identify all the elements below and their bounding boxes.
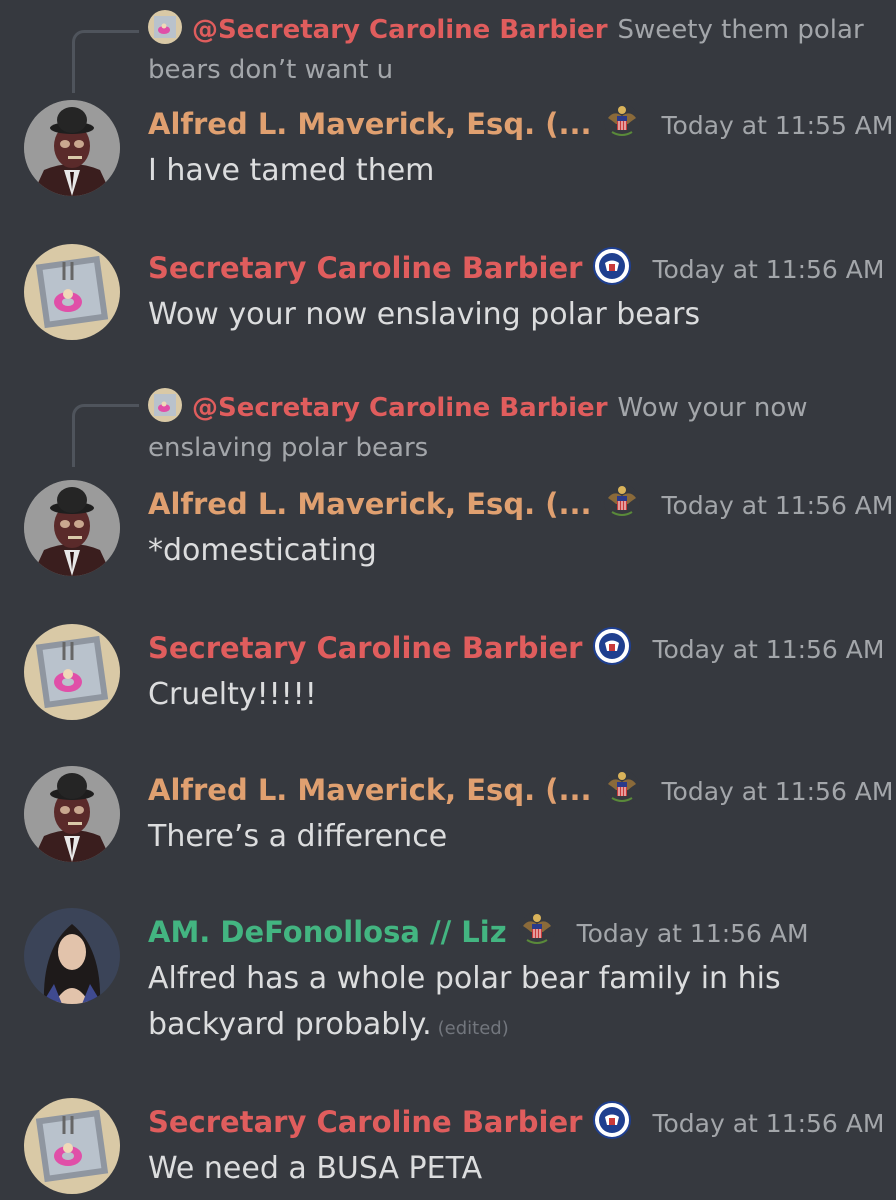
author-name[interactable]: Secretary Caroline Barbier [148, 251, 582, 285]
message-header: Secretary Caroline Barbier Today at 11:56… [148, 626, 884, 670]
message-header: Secretary Caroline Barbier Today at 11:56… [148, 246, 884, 290]
avatar[interactable] [24, 766, 120, 862]
author-name[interactable]: Secretary Caroline Barbier [148, 631, 582, 665]
message-text: There’s a difference [148, 819, 448, 854]
message-text: We need a BUSA PETA [148, 1151, 483, 1186]
reply-avatar [148, 10, 182, 44]
reply-avatar [148, 388, 182, 422]
timestamp: Today at 11:56 AM [652, 1109, 885, 1138]
timestamp: Today at 11:55 AM [661, 111, 894, 140]
author-name[interactable]: AM. DeFonollosa // Liz [148, 915, 507, 949]
avatar[interactable] [24, 480, 120, 576]
dhs-seal-icon [592, 246, 632, 286]
avatar[interactable] [24, 624, 120, 720]
reply-preview[interactable]: @Secretary Caroline Barbier Wow your now … [148, 388, 868, 468]
timestamp: Today at 11:56 AM [652, 635, 885, 664]
eagle-seal-icon [602, 482, 642, 522]
reply-spine [72, 30, 139, 93]
dhs-seal-icon [592, 1100, 632, 1140]
timestamp: Today at 11:56 AM [652, 255, 885, 284]
author-name[interactable]: Secretary Caroline Barbier [148, 1105, 582, 1139]
message-text: I have tamed them [148, 153, 435, 188]
message-header: Alfred L. Maverick, Esq. (... Today at 11… [148, 102, 893, 146]
author-name[interactable]: Alfred L. Maverick, Esq. (... [148, 487, 592, 521]
eagle-seal-icon [602, 102, 642, 142]
author-name[interactable]: Alfred L. Maverick, Esq. (... [148, 773, 592, 807]
reply-spine [72, 404, 139, 467]
avatar[interactable] [24, 100, 120, 196]
message-header: Alfred L. Maverick, Esq. (... Today at 11… [148, 482, 893, 526]
message-text: Wow your now enslaving polar bears [148, 297, 701, 332]
message-text: *domesticating [148, 533, 377, 568]
eagle-seal-icon [517, 910, 557, 950]
author-name[interactable]: Alfred L. Maverick, Esq. (... [148, 107, 592, 141]
timestamp: Today at 11:56 AM [576, 919, 809, 948]
edited-label: (edited) [437, 1018, 509, 1039]
reply-mention[interactable]: @Secretary Caroline Barbier [192, 15, 608, 45]
dhs-seal-icon [592, 626, 632, 666]
reply-mention[interactable]: @Secretary Caroline Barbier [192, 393, 608, 423]
avatar[interactable] [24, 1098, 120, 1194]
message-header: Alfred L. Maverick, Esq. (... Today at 11… [148, 768, 893, 812]
message-header: Secretary Caroline Barbier Today at 11:56… [148, 1100, 884, 1144]
chat-log: @Secretary Caroline Barbier Sweety them p… [0, 0, 896, 1200]
message-text: Cruelty!!!!! [148, 677, 317, 712]
avatar[interactable] [24, 244, 120, 340]
avatar[interactable] [24, 908, 120, 1004]
message-body: Alfred has a whole polar bear family in … [148, 956, 868, 1052]
message-header: AM. DeFonollosa // Liz Today at 11:56 AM [148, 910, 809, 954]
timestamp: Today at 11:56 AM [661, 777, 894, 806]
eagle-seal-icon [602, 768, 642, 808]
reply-preview[interactable]: @Secretary Caroline Barbier Sweety them p… [148, 10, 868, 90]
timestamp: Today at 11:56 AM [661, 491, 894, 520]
